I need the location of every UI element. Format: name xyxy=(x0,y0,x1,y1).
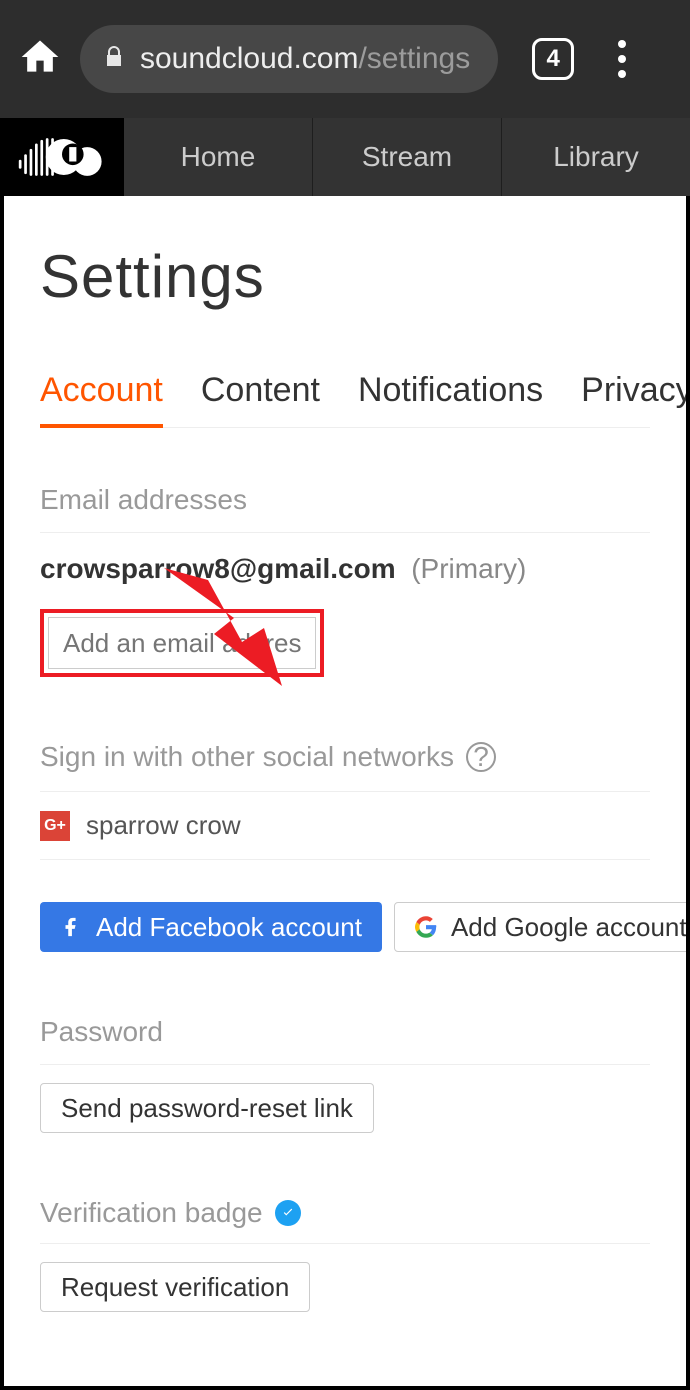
home-icon[interactable] xyxy=(18,35,62,84)
divider xyxy=(40,1243,650,1244)
overflow-menu-icon[interactable] xyxy=(612,34,632,84)
tab-switcher[interactable]: 4 xyxy=(532,38,574,80)
add-google-button[interactable]: Add Google account xyxy=(394,902,690,952)
settings-content: Settings Account Content Notifications P… xyxy=(0,196,690,1390)
verification-section-text: Verification badge xyxy=(40,1197,263,1229)
google-plus-icon: G+ xyxy=(40,811,70,841)
divider xyxy=(40,791,650,792)
facebook-icon xyxy=(60,916,82,938)
divider xyxy=(40,532,650,533)
add-facebook-button[interactable]: Add Facebook account xyxy=(40,902,382,952)
tab-privacy[interactable]: Privacy xyxy=(581,371,690,427)
page-title: Settings xyxy=(40,242,650,311)
tab-content[interactable]: Content xyxy=(201,371,320,427)
add-facebook-label: Add Facebook account xyxy=(96,912,362,943)
primary-email-tag: (Primary) xyxy=(411,553,526,584)
social-section-text: Sign in with other social networks xyxy=(40,741,454,773)
tab-account[interactable]: Account xyxy=(40,371,163,428)
basic-info-section-label: Basic information xyxy=(40,1384,650,1390)
browser-chrome: soundcloud.com/settings 4 xyxy=(0,0,690,118)
add-google-label: Add Google account xyxy=(451,912,687,943)
verified-badge-icon xyxy=(275,1200,301,1226)
primary-email-address: crowsparrow8@gmail.com xyxy=(40,553,396,584)
add-email-input[interactable] xyxy=(48,617,316,669)
add-email-highlight xyxy=(40,609,324,677)
email-section-label: Email addresses xyxy=(40,484,650,516)
send-password-reset-button[interactable]: Send password-reset link xyxy=(40,1083,374,1133)
primary-email-row: crowsparrow8@gmail.com (Primary) xyxy=(40,553,650,585)
request-verification-button[interactable]: Request verification xyxy=(40,1262,310,1312)
nav-home[interactable]: Home xyxy=(124,118,313,196)
social-section-label: Sign in with other social networks ? xyxy=(40,741,650,773)
divider xyxy=(40,1064,650,1065)
site-topnav: Home Stream Library xyxy=(0,118,690,196)
divider xyxy=(40,859,650,860)
url-text: soundcloud.com/settings xyxy=(140,42,470,76)
nav-library[interactable]: Library xyxy=(502,118,690,196)
lock-icon xyxy=(102,42,126,77)
tab-notifications[interactable]: Notifications xyxy=(358,371,543,427)
verification-section-label: Verification badge xyxy=(40,1197,650,1229)
settings-tabs: Account Content Notifications Privacy xyxy=(40,371,650,428)
help-icon[interactable]: ? xyxy=(466,742,496,772)
password-section-label: Password xyxy=(40,1016,650,1048)
connected-google-row: G+ sparrow crow xyxy=(40,810,650,841)
tab-count-value: 4 xyxy=(547,45,560,73)
send-password-reset-label: Send password-reset link xyxy=(61,1093,353,1124)
url-bar[interactable]: soundcloud.com/settings xyxy=(80,25,498,93)
google-icon xyxy=(415,916,437,938)
nav-stream[interactable]: Stream xyxy=(313,118,502,196)
connected-google-name: sparrow crow xyxy=(86,810,241,841)
soundcloud-logo[interactable] xyxy=(0,118,124,196)
request-verification-label: Request verification xyxy=(61,1272,289,1303)
